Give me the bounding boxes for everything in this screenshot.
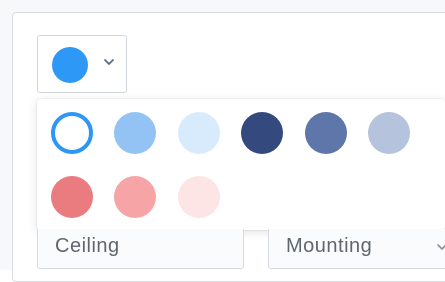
ceiling-field[interactable]: Ceiling <box>37 229 244 269</box>
color-swatch-white[interactable] <box>51 112 93 154</box>
color-swatch-pale-pink[interactable] <box>178 176 220 218</box>
color-swatch-light-blue[interactable] <box>114 112 156 154</box>
color-palette-popover <box>37 99 445 230</box>
color-swatch-salmon[interactable] <box>114 176 156 218</box>
color-picker-button[interactable] <box>37 35 127 93</box>
selected-color-swatch <box>52 47 88 83</box>
color-swatch-gray-blue[interactable] <box>368 112 410 154</box>
color-swatch-pale-blue[interactable] <box>178 112 220 154</box>
color-swatch-slate-blue[interactable] <box>305 112 347 154</box>
color-swatch-navy[interactable] <box>241 112 283 154</box>
color-swatch-coral[interactable] <box>51 176 93 218</box>
mounting-label: Mounting <box>286 235 373 257</box>
ceiling-label: Ceiling <box>55 235 120 257</box>
chevron-down-icon <box>104 59 114 65</box>
mounting-select[interactable]: Mounting <box>268 229 445 269</box>
chevron-down-icon <box>437 244 445 250</box>
